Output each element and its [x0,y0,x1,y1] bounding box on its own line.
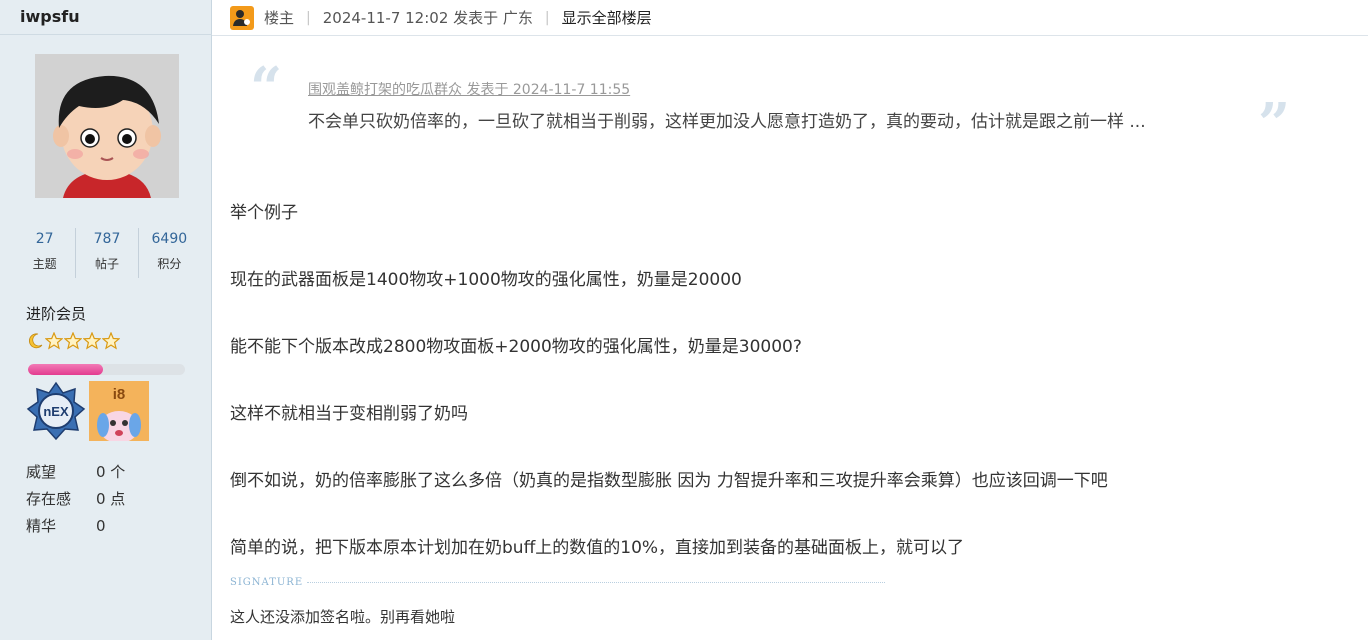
stat-value: 787 [93,231,121,247]
rank-progress-bar [28,364,185,375]
profile-row-presence: 存在感 0 点 [26,485,125,512]
stat-value: 27 [35,231,54,247]
thread-starter-icon [230,5,254,30]
separator: | [306,9,311,26]
signature-dots [307,581,885,583]
show-all-floors-link[interactable]: 显示全部楼层 [562,7,652,28]
rank-stars [26,331,120,351]
post-paragraph: 这样不就相当于变相削弱了奶吗 [230,404,468,424]
moon-icon [28,333,43,349]
star-icon [45,332,63,350]
user-sidebar: iwpsfu 27 主题 787 帖子 6490 积分 进阶会员 nEX i8 … [0,0,212,640]
star-icon [102,332,120,350]
medal-list: nEX i8 [26,381,149,441]
post-paragraph: 简单的说，把下版本原本计划加在奶buff上的数值的10%，直接加到装备的基础面板… [230,538,965,558]
separator: | [544,9,550,26]
nex-medal-icon[interactable]: nEX [26,381,86,441]
quote-text: 不会单只砍奶倍率的，一旦砍了就相当于削弱，这样更加没人愿意打造奶了，真的要动，估… [308,112,1146,132]
stat-value: 6490 [151,231,188,247]
svg-text:nEX: nEX [43,404,69,419]
sidebar-divider [0,34,212,35]
post-paragraph: 能不能下个版本改成2800物攻面板+2000物攻的强化属性，奶量是30000? [230,337,802,357]
medal-label: i8 [113,386,126,403]
user-stats: 27 主题 787 帖子 6490 积分 [14,228,200,278]
quote-open-icon: “ [250,55,283,121]
stat-threads[interactable]: 27 主题 [14,228,75,278]
post-header: 楼主 | 2024-11-7 12:02 发表于 广东 | 显示全部楼层 [212,0,1368,36]
signature-label: SIGNATURE [230,576,304,588]
profile-key: 精华 [26,517,57,535]
star-icon [64,332,82,350]
stat-label: 积分 [157,257,182,271]
post-paragraph: 举个例子 [230,203,298,223]
user-rank[interactable]: 进阶会员 [26,303,86,324]
stat-label: 帖子 [94,257,119,271]
avatar-image [35,54,179,198]
post-timestamp: 2024-11-7 12:02 发表于 广东 [322,9,533,27]
post-paragraph: 现在的武器面板是1400物攻+1000物攻的强化属性，奶量是20000 [230,270,742,290]
star-icon [83,332,101,350]
profile-value: 0 点 [96,490,126,508]
profile-key: 威望 [26,463,57,481]
thread-starter-label: 楼主 [264,9,295,27]
quote-close-icon: ” [1258,91,1291,157]
profile-row-prestige: 威望 0 个 [26,458,125,485]
stat-label: 主题 [32,257,57,271]
stat-points[interactable]: 6490 积分 [137,228,200,278]
quote-source-link[interactable]: 围观盖鲸打架的吃瓜群众 发表于 2024-11-7 11:55 [308,79,630,99]
profile-value: 0 个 [96,463,126,481]
signature-text: 这人还没添加签名啦。别再看她啦 [230,608,456,626]
post-paragraph: 倒不如说，奶的倍率膨胀了这么多倍（奶真的是指数型膨胀 因为 力智提升率和三攻提升… [230,471,1108,491]
profile-value: 0 [96,516,106,535]
avatar[interactable] [35,54,179,198]
profile-key: 存在感 [26,490,72,508]
rank-progress-fill [28,364,104,375]
profile-details: 威望 0 个 存在感 0 点 精华 0 [26,458,125,539]
username-link[interactable]: iwpsfu [20,7,80,26]
profile-row-digest: 精华 0 [26,512,125,539]
signature-divider: SIGNATURE [230,575,885,589]
i8-medal-icon[interactable]: i8 [89,381,149,441]
stat-posts[interactable]: 787 帖子 [75,228,137,278]
